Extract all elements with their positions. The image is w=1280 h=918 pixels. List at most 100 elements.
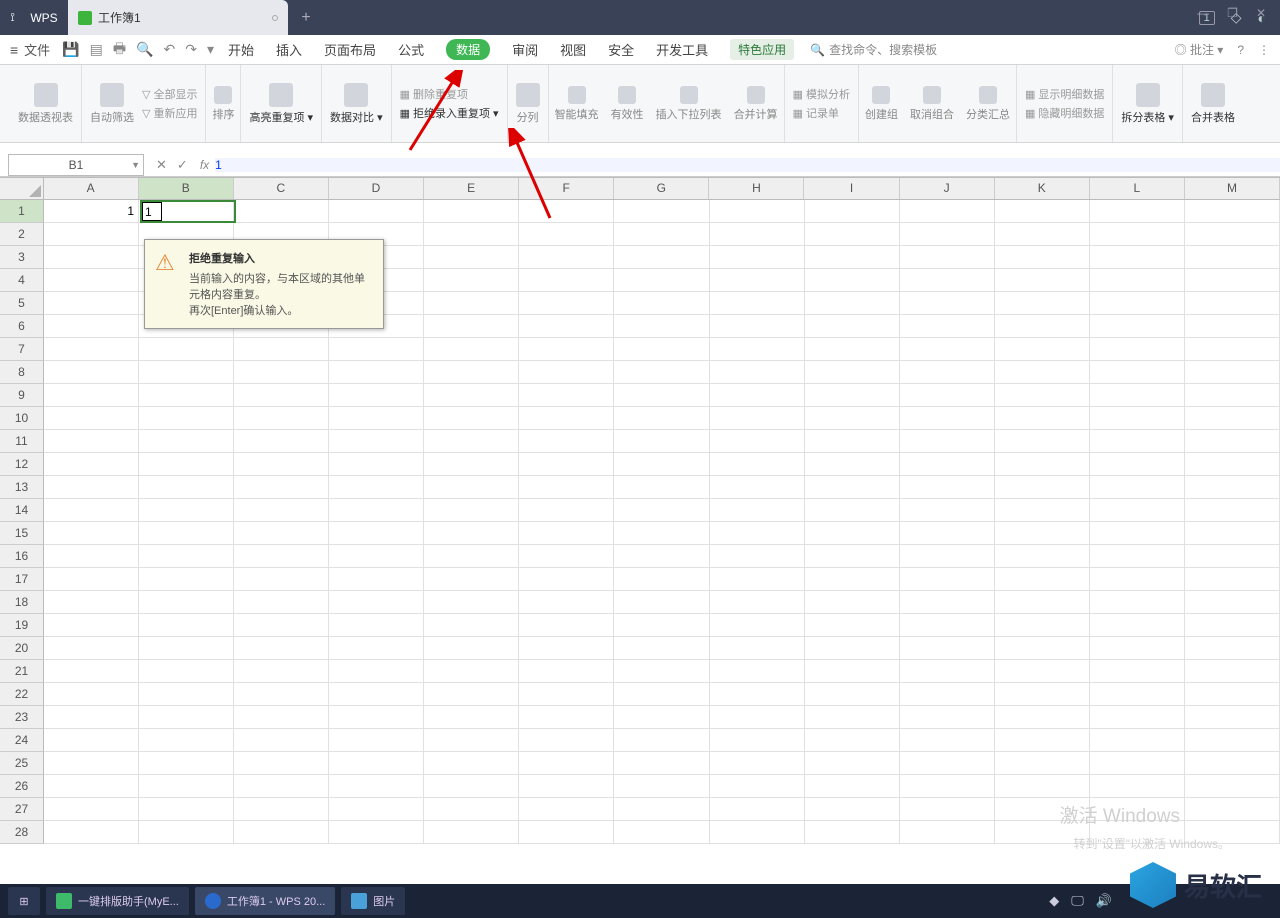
cell-L22[interactable]	[1090, 683, 1185, 706]
ribbon-data-compare[interactable]: 数据对比 ▾	[322, 65, 392, 142]
row-3[interactable]: 3	[0, 246, 44, 269]
fx-label[interactable]: fx	[200, 158, 209, 172]
cell-I1[interactable]	[805, 200, 900, 223]
cell-C17[interactable]	[234, 568, 329, 591]
cell-M19[interactable]	[1185, 614, 1280, 637]
cell-B23[interactable]	[139, 706, 234, 729]
cell-C9[interactable]	[234, 384, 329, 407]
cell-E10[interactable]	[424, 407, 519, 430]
cell-J9[interactable]	[900, 384, 995, 407]
cell-D27[interactable]	[329, 798, 424, 821]
formula-input[interactable]	[215, 158, 1280, 172]
ribbon-record[interactable]: ▦记录单	[793, 105, 839, 121]
help-button[interactable]: ?	[1237, 43, 1244, 57]
row-7[interactable]: 7	[0, 338, 44, 361]
cell-G18[interactable]	[614, 591, 709, 614]
tray-volume-icon[interactable]: 🔊	[1096, 893, 1112, 909]
cell-I20[interactable]	[805, 637, 900, 660]
cell-E7[interactable]	[424, 338, 519, 361]
undo-icon[interactable]: ↶	[164, 41, 176, 58]
tab-data[interactable]: 数据	[446, 39, 490, 60]
cell-J2[interactable]	[900, 223, 995, 246]
cell-F15[interactable]	[519, 522, 614, 545]
ribbon-group[interactable]: 创建组	[859, 65, 904, 142]
cell-B20[interactable]	[139, 637, 234, 660]
name-box-dropdown-icon[interactable]: ▼	[131, 160, 140, 170]
active-cell-B1[interactable]	[140, 200, 236, 223]
cell-L6[interactable]	[1090, 315, 1185, 338]
cell-J22[interactable]	[900, 683, 995, 706]
cell-D19[interactable]	[329, 614, 424, 637]
row-1[interactable]: 1	[0, 200, 44, 223]
cell-A24[interactable]	[44, 729, 139, 752]
cell-J11[interactable]	[900, 430, 995, 453]
cell-G20[interactable]	[614, 637, 709, 660]
cell-L1[interactable]	[1090, 200, 1185, 223]
cell-F25[interactable]	[519, 752, 614, 775]
cell-F5[interactable]	[519, 292, 614, 315]
cell-B9[interactable]	[139, 384, 234, 407]
cell-A23[interactable]	[44, 706, 139, 729]
cell-D25[interactable]	[329, 752, 424, 775]
tab-review[interactable]: 审阅	[512, 40, 538, 59]
cell-L17[interactable]	[1090, 568, 1185, 591]
cell-F27[interactable]	[519, 798, 614, 821]
row-13[interactable]: 13	[0, 476, 44, 499]
cell-G19[interactable]	[614, 614, 709, 637]
cell-J17[interactable]	[900, 568, 995, 591]
cell-H14[interactable]	[710, 499, 805, 522]
cell-K1[interactable]	[995, 200, 1090, 223]
row-9[interactable]: 9	[0, 384, 44, 407]
cell-H8[interactable]	[710, 361, 805, 384]
cell-F12[interactable]	[519, 453, 614, 476]
cell-H27[interactable]	[710, 798, 805, 821]
menu-file[interactable]: 文件	[24, 40, 50, 59]
cell-I6[interactable]	[805, 315, 900, 338]
cell-H25[interactable]	[710, 752, 805, 775]
cell-J5[interactable]	[900, 292, 995, 315]
ribbon-show-detail[interactable]: ▦显示明细数据	[1025, 86, 1104, 102]
cell-J28[interactable]	[900, 821, 995, 844]
cell-K23[interactable]	[995, 706, 1090, 729]
cell-J19[interactable]	[900, 614, 995, 637]
cell-F18[interactable]	[519, 591, 614, 614]
cell-E22[interactable]	[424, 683, 519, 706]
cell-H11[interactable]	[710, 430, 805, 453]
ribbon-reapply[interactable]: ▽重新应用	[142, 105, 197, 121]
cell-J4[interactable]	[900, 269, 995, 292]
cell-J7[interactable]	[900, 338, 995, 361]
row-15[interactable]: 15	[0, 522, 44, 545]
row-4[interactable]: 4	[0, 269, 44, 292]
cell-M12[interactable]	[1185, 453, 1280, 476]
row-23[interactable]: 23	[0, 706, 44, 729]
cell-D28[interactable]	[329, 821, 424, 844]
select-all-corner[interactable]	[0, 178, 44, 199]
minimize-button[interactable]: —	[1197, 6, 1209, 20]
cell-L9[interactable]	[1090, 384, 1185, 407]
cell-B12[interactable]	[139, 453, 234, 476]
cell-L14[interactable]	[1090, 499, 1185, 522]
cell-A9[interactable]	[44, 384, 139, 407]
cell-G13[interactable]	[614, 476, 709, 499]
cell-J24[interactable]	[900, 729, 995, 752]
cell-I25[interactable]	[805, 752, 900, 775]
cell-I22[interactable]	[805, 683, 900, 706]
tray-icon-1[interactable]: ◆	[1049, 893, 1059, 909]
cell-G24[interactable]	[614, 729, 709, 752]
cell-G2[interactable]	[614, 223, 709, 246]
cell-E17[interactable]	[424, 568, 519, 591]
cell-H4[interactable]	[710, 269, 805, 292]
cell-L15[interactable]	[1090, 522, 1185, 545]
cell-H18[interactable]	[710, 591, 805, 614]
row-22[interactable]: 22	[0, 683, 44, 706]
row-27[interactable]: 27	[0, 798, 44, 821]
cell-D18[interactable]	[329, 591, 424, 614]
cell-M10[interactable]	[1185, 407, 1280, 430]
cell-G10[interactable]	[614, 407, 709, 430]
cell-A26[interactable]	[44, 775, 139, 798]
cell-C16[interactable]	[234, 545, 329, 568]
tray-icon-2[interactable]: 🖵	[1071, 893, 1084, 909]
row-16[interactable]: 16	[0, 545, 44, 568]
cell-D7[interactable]	[329, 338, 424, 361]
cell-D12[interactable]	[329, 453, 424, 476]
